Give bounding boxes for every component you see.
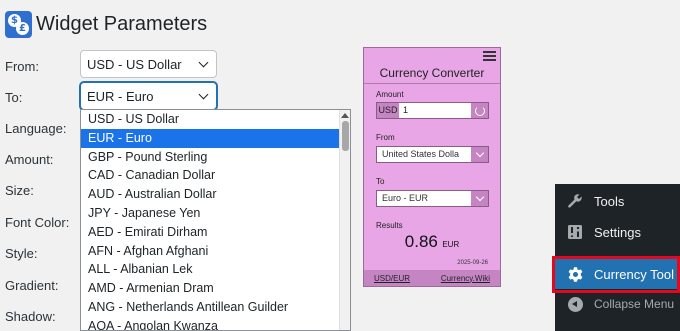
style-label: Style: (5, 246, 38, 261)
divider (364, 83, 500, 84)
currency-option[interactable]: USD - US Dollar (81, 110, 350, 129)
currency-option[interactable]: AFN - Afghan Afghani (81, 242, 350, 261)
to-currency-value: EUR - Euro (87, 88, 154, 104)
collapse-arrow-icon (565, 296, 585, 312)
scroll-up-arrow-icon[interactable] (341, 113, 349, 118)
menu-item-settings-label: Settings (594, 224, 641, 240)
scrollbar-thumb[interactable] (341, 121, 349, 151)
currency-option[interactable]: AUD - Australian Dollar (81, 185, 350, 204)
widget-amount-label: Amount (376, 90, 404, 99)
widget-result: 0.86 EUR (364, 232, 500, 252)
list-menu-icon[interactable] (483, 51, 496, 64)
from-currency-select[interactable]: USD - US Dollar (80, 50, 217, 78)
highlight-annotation (552, 256, 680, 293)
gradient-label: Gradient: (5, 278, 59, 293)
currency-wiki-link[interactable]: Currency.Wiki (441, 274, 490, 283)
amount-input[interactable]: 1 (399, 103, 471, 118)
widget-title: Currency Converter (379, 66, 485, 80)
refresh-icon[interactable] (471, 103, 488, 118)
language-label: Language: (5, 121, 67, 136)
rate-date: 2025-09-26 (457, 260, 488, 266)
to-label: To: (5, 90, 23, 105)
size-label: Size: (5, 183, 34, 198)
font-color-label: Font Color: (5, 215, 70, 230)
collapse-menu-label: Collapse Menu (594, 297, 675, 311)
to-currency-select[interactable]: EUR - Euro (80, 82, 217, 110)
currency-option[interactable]: AED - Emirati Dirham (81, 223, 350, 242)
amount-currency-code: USD (377, 103, 399, 118)
chevron-down-icon[interactable] (471, 191, 488, 206)
result-value: 0.86 (404, 232, 438, 251)
currency-option[interactable]: AMD - Armenian Dram (81, 279, 350, 298)
widget-amount-field[interactable]: USD 1 (376, 102, 489, 119)
shadow-label: Shadow: (5, 309, 56, 324)
settings-sliders-icon (565, 224, 585, 240)
page-title: Widget Parameters (36, 13, 208, 35)
chevron-down-icon[interactable] (471, 147, 488, 162)
chevron-down-icon (198, 89, 209, 99)
from-label: From: (5, 59, 39, 74)
dropdown-scrollbar[interactable] (339, 110, 350, 330)
currency-option[interactable]: GBP - Pound Sterling (81, 148, 350, 167)
currency-option[interactable]: CAD - Canadian Dollar (81, 166, 350, 185)
currency-option[interactable]: JPY - Japanese Yen (81, 204, 350, 223)
widget-results-label: Results (376, 221, 403, 230)
currency-converter-widget: Currency Converter Amount USD 1 From Uni… (363, 47, 501, 287)
widget-from-select[interactable]: United States Dolla (376, 146, 489, 163)
currency-app-icon: $ £ (5, 11, 32, 38)
widget-from-value: United States Dolla (382, 149, 460, 159)
menu-item-tools[interactable]: Tools (555, 186, 680, 216)
currency-option-selected[interactable]: EUR - Euro (81, 128, 350, 148)
from-currency-value: USD - US Dollar (87, 56, 182, 72)
menu-item-tools-label: Tools (594, 193, 625, 209)
page-header: $ £ Widget Parameters (5, 11, 207, 38)
wrench-icon (565, 193, 585, 209)
amount-label: Amount: (5, 152, 54, 167)
pair-link[interactable]: USD/EUR (374, 274, 410, 283)
widget-from-label: From (376, 133, 395, 142)
currency-option[interactable]: ALL - Albanian Lek (81, 260, 350, 279)
currency-option[interactable]: AOA - Angolan Kwanza (81, 317, 350, 330)
pound-coin-icon: £ (16, 22, 29, 35)
widget-to-select[interactable]: Euro - EUR (376, 190, 489, 207)
collapse-menu-button[interactable]: Collapse Menu (555, 289, 680, 319)
menu-item-settings[interactable]: Settings (555, 217, 680, 247)
widget-footer: USD/EUR Currency.Wiki (364, 270, 500, 286)
result-currency: EUR (442, 240, 460, 249)
currency-option[interactable]: ANG - Netherlands Antillean Guilder (81, 298, 350, 317)
currency-dropdown-list[interactable]: USD - US Dollar EUR - Euro GBP - Pound S… (80, 109, 351, 331)
chevron-down-icon (198, 57, 209, 67)
widget-to-label: To (376, 177, 385, 186)
widget-to-value: Euro - EUR (382, 193, 429, 203)
